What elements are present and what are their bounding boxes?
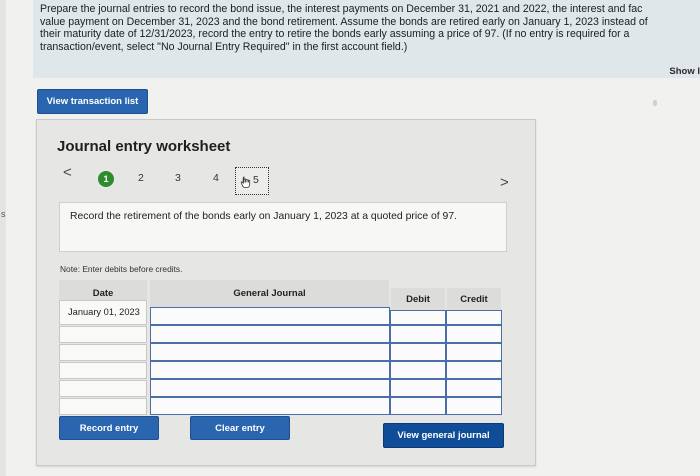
step-1-active[interactable]: 1 [98, 171, 114, 187]
credit-input[interactable] [446, 397, 502, 415]
step-5-current[interactable]: 5 [235, 167, 269, 195]
account-input[interactable] [150, 397, 390, 415]
debit-input[interactable] [390, 397, 446, 415]
date-cell [59, 398, 147, 415]
entry-prompt-box: Record the retirement of the bonds early… [59, 202, 507, 252]
clear-entry-button[interactable]: Clear entry [190, 416, 290, 440]
decorative-mark [653, 100, 657, 106]
account-input[interactable] [150, 325, 390, 343]
date-value: January 01, 2023 [68, 307, 140, 317]
credit-input[interactable] [446, 361, 502, 379]
view-transaction-list-button[interactable]: View transaction list [37, 89, 148, 114]
next-step-button[interactable]: > [500, 174, 509, 191]
account-input[interactable] [150, 343, 390, 361]
step-4[interactable]: 4 [213, 172, 219, 184]
credit-input[interactable] [446, 343, 502, 361]
credit-input[interactable] [446, 325, 502, 343]
debit-input[interactable] [390, 361, 446, 379]
credit-input[interactable] [446, 379, 502, 397]
edge-text: s [1, 209, 6, 219]
debit-column-header: Debit [391, 288, 445, 310]
general-journal-column-header: General Journal [150, 280, 389, 307]
date-cell [59, 380, 147, 397]
date-cell [59, 344, 147, 361]
debit-input[interactable] [390, 379, 446, 397]
step-2[interactable]: 2 [138, 172, 144, 184]
date-cell [59, 362, 147, 379]
note-text: Note: Enter debits before credits. [60, 264, 183, 274]
debit-input[interactable] [390, 343, 446, 361]
hand-cursor-icon [240, 176, 251, 188]
worksheet-title: Journal entry worksheet [57, 138, 231, 155]
instructions-text: Prepare the journal entries to record th… [40, 3, 648, 53]
show-link[interactable]: Show l [669, 66, 700, 77]
date-cell: January 01, 2023 [59, 300, 147, 325]
debit-input[interactable] [390, 325, 446, 343]
instructions-panel: Prepare the journal entries to record th… [33, 0, 700, 78]
account-input[interactable] [150, 361, 390, 379]
left-panel-edge [0, 0, 6, 476]
credit-input[interactable] [446, 310, 502, 325]
step-5-label: 5 [253, 174, 259, 186]
step-3[interactable]: 3 [175, 172, 181, 184]
entry-prompt-text: Record the retirement of the bonds early… [70, 211, 458, 222]
record-entry-button[interactable]: Record entry [59, 416, 159, 440]
date-cell [59, 326, 147, 343]
account-input[interactable] [150, 307, 390, 325]
debit-input[interactable] [390, 310, 446, 325]
prev-step-button[interactable]: < [63, 164, 72, 181]
view-general-journal-button[interactable]: View general journal [383, 423, 504, 448]
journal-entry-worksheet: Journal entry worksheet < 1 2 3 4 5 > Re… [36, 119, 536, 466]
credit-column-header: Credit [447, 288, 501, 310]
account-input[interactable] [150, 379, 390, 397]
